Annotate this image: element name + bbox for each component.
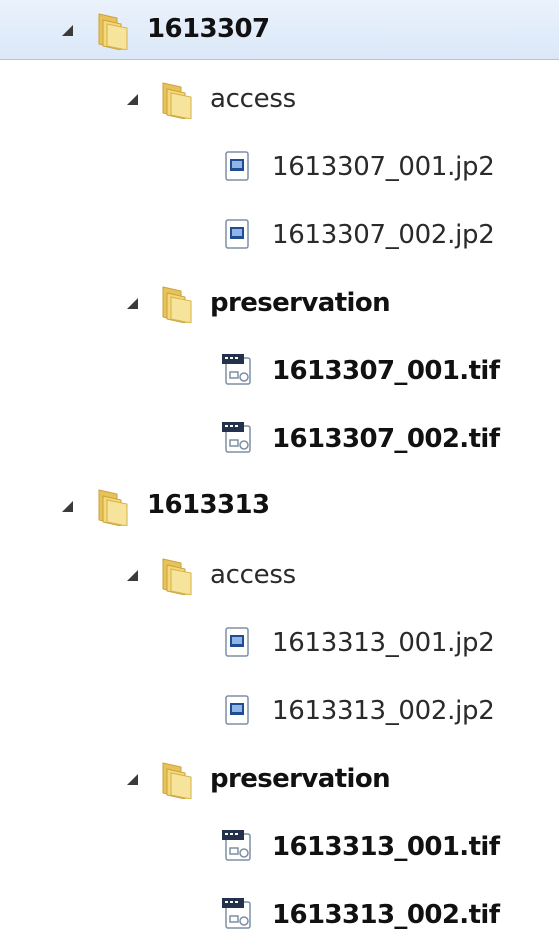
file-row[interactable]: 1613307_002.tif — [0, 410, 559, 468]
file-row[interactable]: 1613313_002.tif — [0, 886, 559, 944]
folder-icon — [159, 759, 193, 800]
tif-file-icon — [220, 896, 251, 930]
file-row[interactable]: 1613307_002.jp2 — [0, 206, 559, 264]
node-label: 1613307 — [147, 14, 270, 44]
node-label: access — [210, 84, 296, 114]
tree-node-preservation[interactable]: preservation — [0, 750, 559, 808]
expanded-arrow-icon[interactable] — [127, 94, 138, 105]
file-row[interactable]: 1613313_001.tif — [0, 818, 559, 876]
node-label: 1613313 — [147, 490, 270, 520]
expanded-arrow-icon[interactable] — [62, 25, 73, 36]
file-label: 1613313_002.jp2 — [272, 696, 495, 726]
file-label: 1613307_001.tif — [272, 356, 500, 386]
tif-file-icon — [220, 352, 251, 386]
jp2-file-icon — [222, 626, 252, 660]
tree-node-access[interactable]: access — [0, 70, 559, 128]
folder-icon — [95, 10, 129, 51]
node-label: access — [210, 560, 296, 590]
tree-node-access[interactable]: access — [0, 546, 559, 604]
jp2-file-icon — [222, 694, 252, 728]
jp2-file-icon — [222, 150, 252, 184]
file-row[interactable]: 1613313_001.jp2 — [0, 614, 559, 672]
tree-node-1613313[interactable]: 1613313 — [0, 476, 559, 534]
file-label: 1613313_001.tif — [272, 832, 500, 862]
folder-icon — [95, 486, 129, 527]
expanded-arrow-icon[interactable] — [62, 501, 73, 512]
file-label: 1613307_001.jp2 — [272, 152, 495, 182]
folder-icon — [159, 283, 193, 324]
file-row[interactable]: 1613313_002.jp2 — [0, 682, 559, 740]
folder-tree: 1613307 access 1613307_001.jp2 1613307_0… — [0, 0, 559, 946]
file-label: 1613313_002.tif — [272, 900, 500, 930]
node-label: preservation — [210, 764, 391, 794]
tree-node-preservation[interactable]: preservation — [0, 274, 559, 332]
folder-icon — [159, 555, 193, 596]
expanded-arrow-icon[interactable] — [127, 774, 138, 785]
folder-icon — [159, 79, 193, 120]
tif-file-icon — [220, 420, 251, 454]
tif-file-icon — [220, 828, 251, 862]
expanded-arrow-icon[interactable] — [127, 298, 138, 309]
node-label: preservation — [210, 288, 391, 318]
expanded-arrow-icon[interactable] — [127, 570, 138, 581]
file-label: 1613307_002.jp2 — [272, 220, 495, 250]
file-label: 1613313_001.jp2 — [272, 628, 495, 658]
tree-node-1613307[interactable]: 1613307 — [0, 0, 559, 60]
jp2-file-icon — [222, 218, 252, 252]
file-row[interactable]: 1613307_001.jp2 — [0, 138, 559, 196]
file-label: 1613307_002.tif — [272, 424, 500, 454]
file-row[interactable]: 1613307_001.tif — [0, 342, 559, 400]
